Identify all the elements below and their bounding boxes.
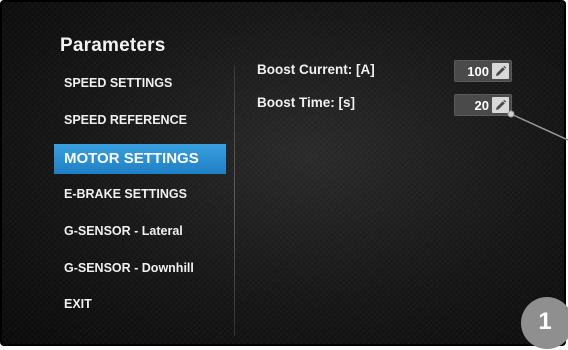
menu-item-g-sensor-downhill[interactable]: G-SENSOR - Downhill bbox=[54, 253, 226, 283]
pencil-edit-icon[interactable] bbox=[492, 63, 509, 79]
pencil-edit-icon[interactable] bbox=[492, 97, 509, 113]
panel-divider bbox=[234, 66, 235, 336]
device-screen: Parameters SPEED SETTINGS SPEED REFERENC… bbox=[0, 0, 566, 346]
menu-item-motor-settings[interactable]: MOTOR SETTINGS bbox=[54, 144, 226, 174]
boost-current-label: Boost Current: [A] bbox=[257, 62, 375, 77]
boost-current-value: 100 bbox=[467, 63, 489, 79]
menu-item-exit[interactable]: EXIT bbox=[54, 289, 226, 319]
menu-item-speed-reference[interactable]: SPEED REFERENCE bbox=[54, 105, 226, 135]
boost-current-field[interactable]: 100 bbox=[454, 60, 512, 82]
page-title: Parameters bbox=[60, 35, 166, 56]
menu-item-speed-settings[interactable]: SPEED SETTINGS bbox=[54, 68, 226, 98]
callout-number-badge: 1 bbox=[521, 297, 568, 349]
boost-time-label: Boost Time: [s] bbox=[257, 95, 356, 110]
boost-time-value: 20 bbox=[474, 97, 489, 113]
boost-time-field[interactable]: 20 bbox=[454, 94, 512, 116]
menu-item-e-brake-settings[interactable]: E-BRAKE SETTINGS bbox=[54, 179, 226, 209]
menu-item-g-sensor-lateral[interactable]: G-SENSOR - Lateral bbox=[54, 216, 226, 246]
